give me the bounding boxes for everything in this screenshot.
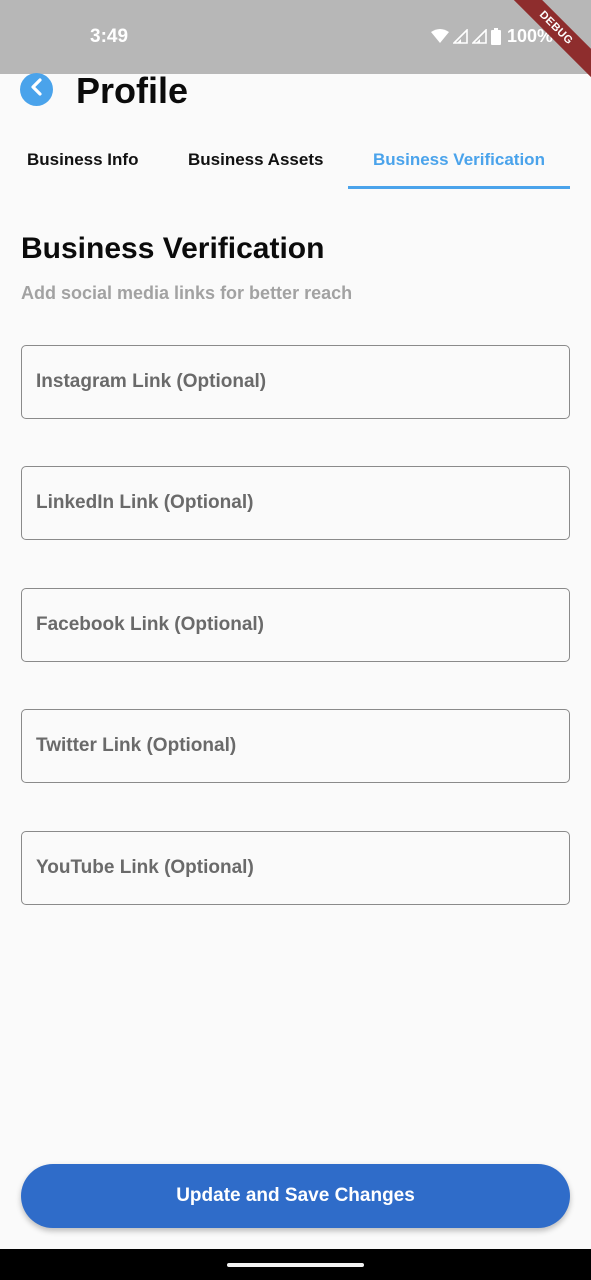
tab-bar: Business Info Business Assets Business V… (0, 140, 591, 192)
status-icons: 100% (430, 26, 553, 47)
cell-signal-icon (452, 29, 468, 44)
section-subtitle: Add social media links for better reach (21, 283, 353, 303)
tab-business-assets[interactable]: Business Assets (188, 150, 323, 170)
update-save-button[interactable]: Update and Save Changes (21, 1164, 570, 1228)
system-nav-bar (0, 1249, 591, 1280)
page-title: Profile (76, 70, 189, 111)
instagram-link-input[interactable] (36, 346, 569, 418)
active-tab-indicator (348, 186, 570, 189)
home-indicator[interactable] (227, 1263, 364, 1267)
facebook-link-input[interactable] (36, 589, 569, 661)
wifi-icon (430, 29, 449, 44)
youtube-link-field[interactable] (21, 831, 570, 905)
section-title: Business Verification (21, 232, 325, 265)
instagram-link-field[interactable] (21, 345, 570, 419)
status-time: 3:49 (90, 26, 129, 47)
youtube-link-input[interactable] (36, 832, 569, 904)
linkedin-link-input[interactable] (36, 467, 569, 539)
tab-business-info[interactable]: Business Info (27, 150, 138, 170)
tab-business-verification[interactable]: Business Verification (373, 150, 545, 170)
back-button[interactable] (20, 73, 53, 106)
battery-icon (490, 28, 501, 45)
facebook-link-field[interactable] (21, 588, 570, 662)
linkedin-link-field[interactable] (21, 466, 570, 540)
app-header: Profile (0, 70, 591, 118)
cell-signal-icon-2 (471, 29, 487, 44)
twitter-link-field[interactable] (21, 709, 570, 783)
twitter-link-input[interactable] (36, 710, 569, 782)
status-bar: 3:49 100% DEBUG (0, 0, 591, 82)
chevron-left-icon (29, 78, 45, 101)
